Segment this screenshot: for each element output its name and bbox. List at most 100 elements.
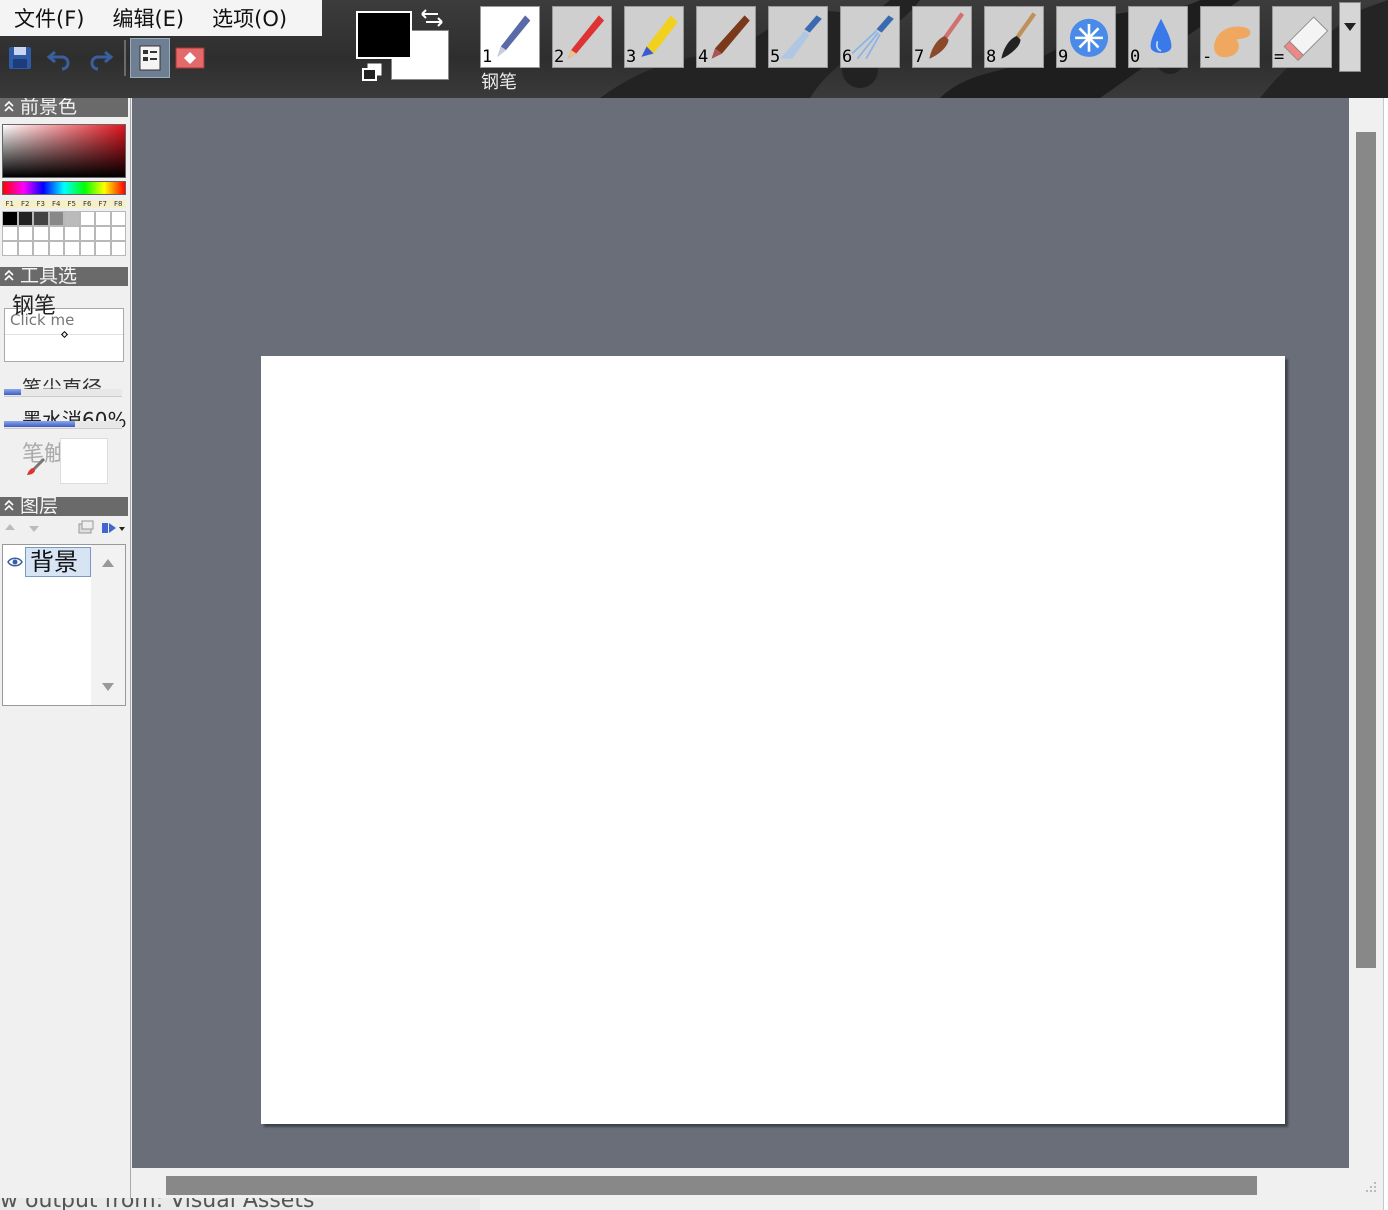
brush-water[interactable]: 0 — [1128, 6, 1188, 68]
layers-panel-header[interactable]: 图层 — [0, 497, 128, 516]
view-toggle-button[interactable] — [170, 38, 210, 78]
brush-key-label: 8 — [986, 47, 997, 67]
layer-list-scrollbar[interactable] — [91, 545, 125, 705]
taskbar-fragment: w output from: Visual Assets — [0, 1198, 480, 1210]
canvas-workspace — [132, 98, 1349, 1168]
palette-swatch[interactable] — [95, 241, 111, 256]
palette-swatch[interactable] — [33, 226, 49, 241]
panel-toggle-button[interactable] — [130, 38, 170, 78]
palette-swatch[interactable] — [110, 241, 126, 256]
quick-toolbar — [0, 36, 210, 80]
horizontal-scroll-thumb[interactable] — [166, 1176, 1257, 1195]
palette-swatch[interactable] — [48, 211, 64, 226]
fkey-label: F5 — [64, 200, 80, 208]
brush-eraser[interactable]: = — [1272, 6, 1332, 68]
brush-pencil[interactable]: 2 — [552, 6, 612, 68]
color-picker-square[interactable] — [2, 124, 126, 178]
menu-file[interactable]: 文件(F) — [0, 0, 98, 36]
brush-smudge[interactable]: - — [1200, 6, 1260, 68]
drawing-canvas[interactable] — [261, 356, 1285, 1124]
ink-slider[interactable] — [4, 421, 122, 429]
palette-swatch[interactable] — [64, 211, 80, 226]
redo-button[interactable] — [80, 38, 120, 78]
menu-options[interactable]: 选项(O) — [198, 0, 301, 36]
brush-more-button[interactable] — [1339, 2, 1361, 72]
palette-swatch[interactable] — [110, 211, 126, 226]
menu-edit[interactable]: 编辑(E) — [98, 0, 198, 36]
hue-slider[interactable] — [2, 181, 126, 195]
palette-swatch[interactable] — [79, 211, 95, 226]
brush-key-label: 3 — [626, 47, 637, 67]
foreground-color-swatch[interactable] — [356, 11, 412, 59]
new-layer-icon[interactable] — [78, 520, 94, 534]
layer-toolbar — [2, 518, 128, 538]
swap-colors-icon[interactable] — [418, 8, 446, 28]
eraser-icon — [1283, 16, 1329, 62]
palette-swatch[interactable] — [64, 226, 80, 241]
brush-icon — [27, 458, 46, 475]
tool-name-label: 钢笔 — [12, 294, 57, 319]
texture-preview[interactable] — [60, 438, 108, 484]
top-toolbar: 文件(F) 编辑(E) 选项(O) 1 2 3 4 5 6 7 8 9 0 - … — [0, 0, 1388, 98]
reset-colors-icon[interactable] — [360, 62, 384, 82]
airbrush-icon — [780, 15, 822, 59]
brush-airbrush[interactable]: 5 — [768, 6, 828, 68]
layer-item-background[interactable]: 背景 — [25, 547, 91, 577]
fkey-label: F3 — [33, 200, 49, 208]
palette-swatch[interactable] — [48, 226, 64, 241]
palette-swatch[interactable] — [110, 226, 126, 241]
palette-swatch[interactable] — [2, 211, 18, 226]
palette-swatch[interactable] — [33, 241, 49, 256]
palette-swatch[interactable] — [64, 241, 80, 256]
tool-options-panel-header[interactable]: 工具选 — [0, 267, 128, 286]
resize-grip-icon[interactable] — [1362, 1178, 1378, 1194]
brush-spray[interactable]: 6 — [840, 6, 900, 68]
brush-crayon[interactable]: 3 — [624, 6, 684, 68]
undo-button[interactable] — [40, 38, 80, 78]
fkey-label: F8 — [110, 200, 126, 208]
layer-menu-icon[interactable] — [100, 520, 126, 536]
palette-swatch[interactable] — [2, 241, 18, 256]
brush-marker[interactable]: 4 — [696, 6, 756, 68]
palette-swatch[interactable] — [79, 226, 95, 241]
brush-pen[interactable]: 1 — [480, 6, 540, 68]
palette-swatch[interactable] — [17, 226, 33, 241]
brush-blur[interactable]: 9 — [1056, 6, 1116, 68]
scroll-down-icon[interactable] — [102, 683, 114, 691]
spray-icon — [851, 15, 894, 60]
brush-ink-brush[interactable]: 8 — [984, 6, 1044, 68]
save-button[interactable] — [0, 38, 40, 78]
view-toggle-icon — [175, 47, 205, 69]
palette-swatch[interactable] — [48, 241, 64, 256]
tip-size-slider[interactable] — [4, 389, 122, 397]
brush-key-label: 6 — [842, 47, 853, 67]
left-panel: 前景色 F1 F2 F3 F4 F5 F6 F7 F8 工具选 Click me 钢笔 笔尖直… — [0, 98, 131, 1198]
undo-icon — [46, 50, 70, 71]
fkey-label: F6 — [79, 200, 95, 208]
pencil-icon — [567, 15, 605, 59]
layer-down-icon[interactable] — [28, 522, 40, 534]
vertical-scroll-thumb[interactable] — [1356, 132, 1376, 968]
current-brush-label: 钢笔 — [481, 72, 517, 93]
collapse-icon — [4, 269, 14, 281]
palette-swatch[interactable] — [95, 226, 111, 241]
layer-list: 背景 — [2, 544, 126, 706]
palette-swatch[interactable] — [79, 241, 95, 256]
eye-icon[interactable] — [7, 555, 23, 569]
redo-icon — [90, 50, 114, 71]
foreground-panel-title: 前景色 — [20, 98, 78, 117]
scroll-up-icon[interactable] — [102, 559, 114, 567]
brush-key-label: 2 — [554, 47, 565, 67]
layer-up-icon[interactable] — [4, 522, 16, 534]
collapse-icon — [4, 499, 14, 511]
ink-brush-icon — [1001, 12, 1037, 59]
palette-swatch[interactable] — [17, 241, 33, 256]
palette-swatch[interactable] — [17, 211, 33, 226]
fkey-label: F7 — [95, 200, 111, 208]
palette-swatch[interactable] — [33, 211, 49, 226]
vertical-scrollbar[interactable] — [1349, 98, 1383, 1168]
brush-oil-brush[interactable]: 7 — [912, 6, 972, 68]
palette-swatch[interactable] — [95, 211, 111, 226]
foreground-panel-header[interactable]: 前景色 — [0, 98, 128, 117]
palette-swatch[interactable] — [2, 226, 18, 241]
